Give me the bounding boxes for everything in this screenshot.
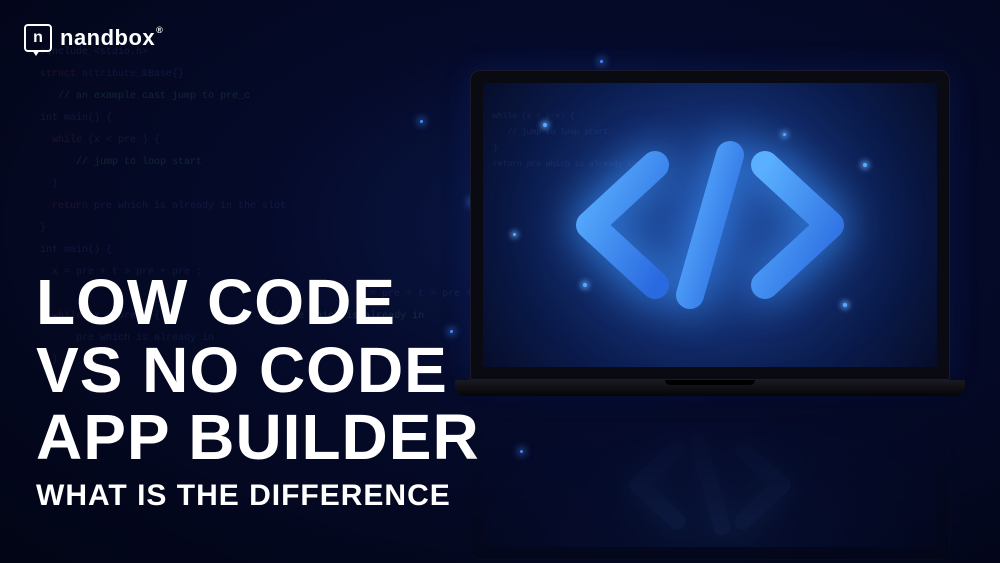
- laptop-notch: [665, 380, 755, 385]
- laptop-bezel: while (x < pre) { // jump to loop start …: [470, 70, 950, 380]
- logo-mark-letter: n: [33, 29, 43, 47]
- particle: [543, 123, 547, 127]
- headline-subtitle: WHAT IS THE DIFFERENCE: [36, 479, 480, 513]
- laptop-illustration: while (x < pre) { // jump to loop start …: [470, 70, 960, 396]
- logo-brand-name: nandbox®: [60, 25, 163, 51]
- headline-line-3: APP BUILDER: [36, 404, 480, 471]
- headline-line-1: LOW CODE: [36, 269, 480, 336]
- laptop-screen: while (x < pre) { // jump to loop start …: [483, 83, 937, 367]
- logo-mark-icon: n: [24, 24, 52, 52]
- code-brackets-icon: [570, 135, 850, 315]
- brand-logo: n nandbox®: [24, 24, 163, 52]
- headline-line-2: VS NO CODE: [36, 337, 480, 404]
- particle: [520, 450, 523, 453]
- registered-symbol: ®: [156, 25, 163, 35]
- laptop-base: [455, 380, 965, 396]
- particle: [863, 163, 867, 167]
- particle: [420, 120, 423, 123]
- headline-block: LOW CODE VS NO CODE APP BUILDER WHAT IS …: [36, 269, 480, 513]
- particle: [600, 60, 603, 63]
- laptop-reflection: [470, 400, 960, 560]
- particle: [513, 233, 516, 236]
